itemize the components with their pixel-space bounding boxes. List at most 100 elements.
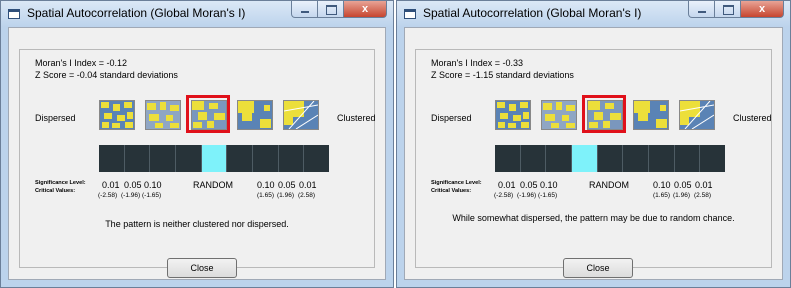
close-icon: x [361,3,369,15]
pattern-thumbnail-clustered [283,100,319,130]
window-controls: x [688,1,784,19]
minimize-icon [698,11,706,13]
interpretation-message: The pattern is neither clustered nor dis… [105,219,289,229]
z-score-text: Z Score = -1.15 standard deviations [431,70,574,80]
bar-cell [123,145,150,172]
window-icon [8,9,20,19]
critical-value: (2.58) [694,192,711,199]
selected-pattern-highlight [186,95,230,133]
pattern-thumbnail-2 [145,100,181,130]
random-label: RANDOM [589,180,629,190]
maximize-icon [326,5,337,15]
bar-cell [699,145,725,172]
close-button[interactable]: Close [563,258,633,278]
morans-index-text: Moran's I Index = -0.33 [431,58,524,68]
bar-cell [99,145,124,172]
sig-value: 0.10 [144,180,162,190]
z-score-text: Z Score = -0.04 standard deviations [35,70,178,80]
bar-cell [226,145,252,172]
critical-value: (-1.65) [142,192,162,199]
critical-value: (-1.96) [517,192,537,199]
random-label: RANDOM [193,180,233,190]
bar-cell [277,145,304,172]
sig-value: 0.10 [257,180,275,190]
pattern-thumbnail-dispersed [99,100,135,130]
sig-value: 0.01 [498,180,516,190]
pattern-thumbnail-2 [541,100,577,130]
sig-value: 0.05 [278,180,296,190]
critical-value: (1.65) [257,192,274,199]
close-window-button[interactable]: x [344,1,387,18]
pattern-thumbnail-4 [633,100,669,130]
interpretation-message: While somewhat dispersed, the pattern ma… [452,213,735,223]
critical-value: (2.58) [298,192,315,199]
maximize-icon [723,5,734,15]
sig-value: 0.01 [299,180,317,190]
morans-i-dialog-right: Spatial Autocorrelation (Global Moran's … [396,0,791,288]
bar-cell [252,145,278,172]
morans-index-text: Moran's I Index = -0.12 [35,58,128,68]
pattern-thumbnail-clustered [679,100,715,130]
sig-value: 0.05 [520,180,538,190]
close-window-button[interactable]: x [741,1,784,18]
results-panel: Moran's I Index = -0.33 Z Score = -1.15 … [415,49,772,268]
bar-cell [596,145,623,172]
dialog-body: Moran's I Index = -0.33 Z Score = -1.15 … [404,27,783,280]
bar-cell [673,145,700,172]
critical-value: (1.65) [653,192,670,199]
significance-bar [495,145,725,172]
clustered-label: Clustered [733,113,772,123]
critical-values-label: Critical Values: [35,188,76,194]
dispersed-label: Dispersed [35,113,76,123]
significance-bar [99,145,329,172]
maximize-button[interactable] [318,1,344,18]
dispersed-label: Dispersed [431,113,472,123]
close-button[interactable]: Close [167,258,237,278]
bar-cell [648,145,674,172]
sig-value: 0.01 [695,180,713,190]
sig-value: 0.01 [102,180,120,190]
bar-cell [622,145,648,172]
pattern-thumbnail-4 [237,100,273,130]
dialog-body: Moran's I Index = -0.12 Z Score = -0.04 … [8,27,386,280]
maximize-button[interactable] [715,1,741,18]
pattern-thumbnail-dispersed [495,100,531,130]
significance-row-labels: Significance Level: Critical Values: [35,179,86,195]
bar-cell [175,145,201,172]
results-panel: Moran's I Index = -0.12 Z Score = -0.04 … [19,49,376,268]
minimize-button[interactable] [688,1,715,18]
bar-cell-active [571,145,597,172]
bar-cell [519,145,546,172]
bar-cell [545,145,571,172]
sig-value: 0.10 [653,180,671,190]
window-title: Spatial Autocorrelation (Global Moran's … [423,6,642,20]
window-icon [404,9,416,19]
critical-value: (-1.65) [538,192,558,199]
critical-value: (1.96) [673,192,690,199]
window-title: Spatial Autocorrelation (Global Moran's … [27,6,246,20]
bar-cell [303,145,329,172]
bar-cell [495,145,520,172]
significance-row-labels: Significance Level: Critical Values: [431,179,482,195]
critical-values-label: Critical Values: [431,188,472,194]
title-bar[interactable]: Spatial Autocorrelation (Global Moran's … [397,1,790,27]
window-controls: x [291,1,387,19]
critical-value: (-2.58) [494,192,514,199]
sig-value: 0.05 [674,180,692,190]
critical-value: (-1.96) [121,192,141,199]
significance-level-label: Significance Level: [431,180,482,186]
bar-cell [149,145,175,172]
significance-level-label: Significance Level: [35,180,86,186]
minimize-button[interactable] [291,1,318,18]
title-bar[interactable]: Spatial Autocorrelation (Global Moran's … [1,1,393,27]
morans-i-dialog-left: Spatial Autocorrelation (Global Moran's … [0,0,394,288]
critical-value: (1.96) [277,192,294,199]
sig-value: 0.05 [124,180,142,190]
minimize-icon [301,11,309,13]
clustered-label: Clustered [337,113,376,123]
close-icon: x [758,3,766,15]
sig-value: 0.10 [540,180,558,190]
critical-value: (-2.58) [98,192,118,199]
selected-pattern-highlight [582,95,626,133]
bar-cell-active [200,145,227,172]
